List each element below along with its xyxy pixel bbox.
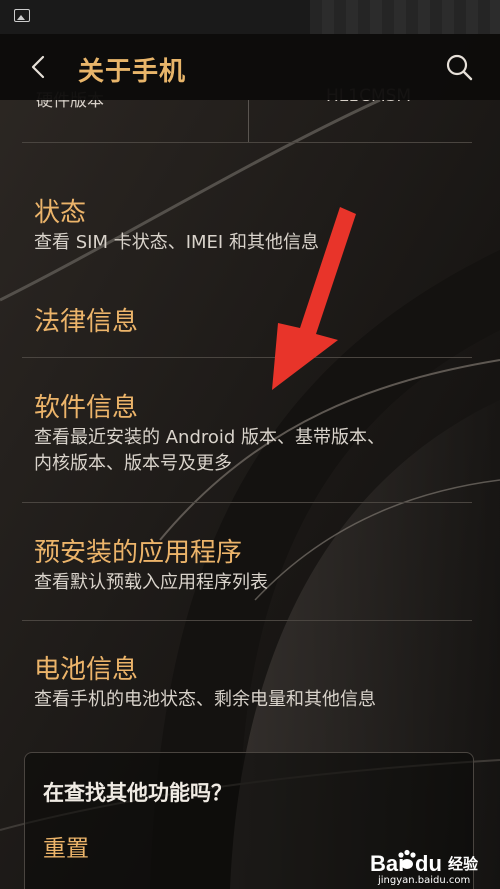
status-title: 状态 [34,198,87,228]
status-subtitle: 查看 SIM 卡状态、IMEI 和其他信息 [34,232,319,253]
status-icons-blurred [310,0,500,34]
search-icon [446,54,473,81]
baidu-jingyan-watermark: Bai du 经验 jingyan.baidu.com [370,845,490,886]
battery-info-title: 电池信息 [34,655,139,685]
software-info-subtitle-line1: 查看最近安装的 Android 版本、基带版本、 [34,427,386,448]
chevron-left-icon [31,55,45,79]
divider [22,142,472,143]
image-icon [14,9,30,22]
app-bar: 关于手机 [0,34,500,100]
software-info-title: 软件信息 [34,393,139,423]
divider [22,502,472,503]
search-button[interactable] [442,50,476,84]
watermark-url: jingyan.baidu.com [378,875,471,886]
legal-info-title: 法律信息 [34,307,139,337]
preinstalled-apps-title: 预安装的应用程序 [34,538,243,568]
card-title: 在查找其他功能吗？ [43,781,232,805]
page-title: 关于手机 [78,57,187,87]
screen: 硬件版本 HL1CMSM 状态 查看 SIM 卡状态、IMEI 和其他信息 法律… [0,0,500,889]
column-divider [248,100,249,142]
battery-info-subtitle: 查看手机的电池状态、剩余电量和其他信息 [34,689,376,710]
watermark-text-jingyan: 经验 [448,855,479,873]
software-info-subtitle-line2: 内核版本、版本号及更多 [34,453,232,474]
preinstalled-apps-subtitle: 查看默认预载入应用程序列表 [34,572,268,593]
settings-list: 硬件版本 HL1CMSM 状态 查看 SIM 卡状态、IMEI 和其他信息 法律… [0,0,500,889]
reset-link[interactable]: 重置 [43,829,89,863]
divider [22,620,472,621]
status-bar [0,0,500,34]
back-button[interactable] [22,50,56,84]
watermark-text-du: du [415,851,442,876]
divider [22,357,472,358]
